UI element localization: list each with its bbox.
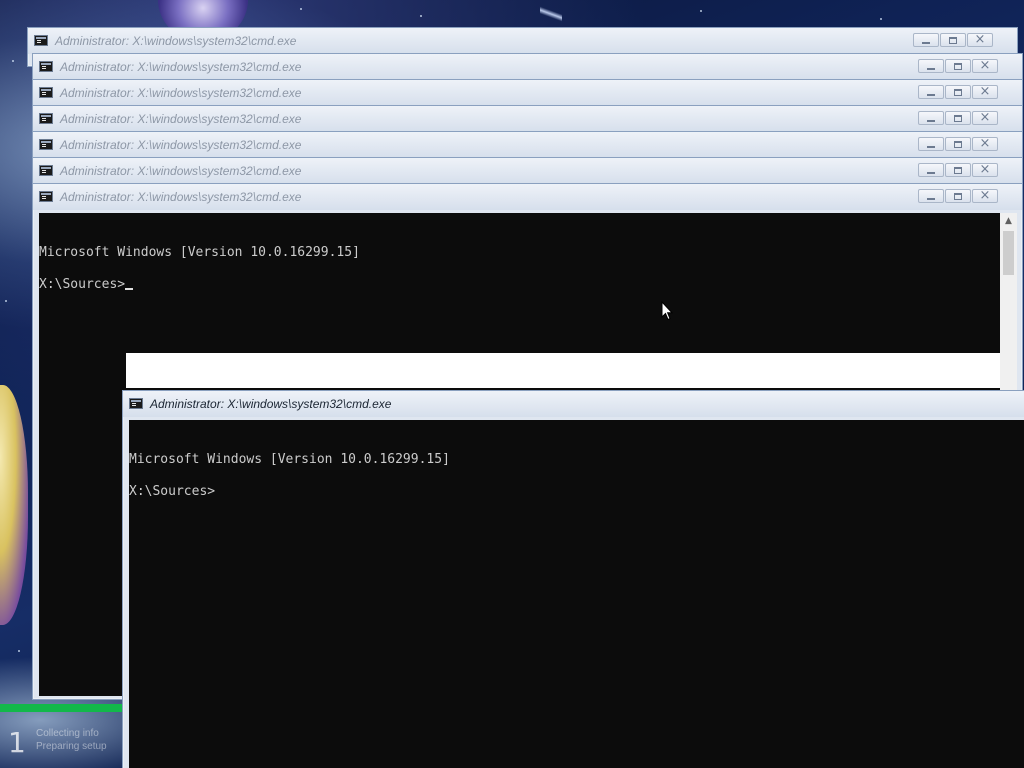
maximize-button[interactable] [945, 189, 971, 203]
close-button[interactable] [972, 85, 998, 99]
minimize-button[interactable] [913, 33, 939, 47]
console-line: Microsoft Windows [Version 10.0.16299.15… [129, 452, 450, 467]
console-prompt-line[interactable]: X:\Sources> [39, 277, 1000, 293]
mouse-pointer-icon [661, 301, 673, 321]
window-title: Administrator: X:\windows\system32\cmd.e… [150, 397, 392, 411]
maximize-button[interactable] [940, 33, 966, 47]
wallpaper-star [880, 18, 882, 20]
console-line: Microsoft Windows [Version 10.0.16299.15… [39, 245, 360, 260]
scroll-thumb[interactable] [1003, 231, 1014, 275]
setup-progress-bar [0, 704, 122, 712]
window-title: Administrator: X:\windows\system32\cmd.e… [60, 86, 302, 100]
wallpaper-star [5, 300, 7, 302]
close-button[interactable] [972, 189, 998, 203]
window-titlebar[interactable]: Administrator: X:\windows\system32\cmd.e… [33, 106, 1022, 132]
window-title: Administrator: X:\windows\system32\cmd.e… [60, 138, 302, 152]
window-titlebar[interactable]: Administrator: X:\windows\system32\cmd.e… [33, 54, 1022, 80]
wallpaper-star [700, 10, 702, 12]
cmd-icon [39, 61, 53, 72]
window-title: Administrator: X:\windows\system32\cmd.e… [60, 60, 302, 74]
cmd-icon [129, 398, 143, 409]
cmd-icon [34, 35, 48, 46]
wallpaper-star [420, 15, 422, 17]
cmd-icon [39, 113, 53, 124]
setup-step-text: Collecting info Preparing setup [36, 727, 107, 753]
console-output[interactable]: Microsoft Windows [Version 10.0.16299.15… [129, 420, 1024, 768]
setup-step-line1: Collecting info [36, 728, 99, 739]
maximize-button[interactable] [945, 137, 971, 151]
window-titlebar[interactable]: Administrator: X:\windows\system32\cmd.e… [33, 80, 1022, 106]
wallpaper-character [0, 385, 28, 625]
wallpaper-star [300, 8, 302, 10]
maximize-button[interactable] [945, 111, 971, 125]
window-titlebar[interactable]: Administrator: X:\windows\system32\cmd.e… [28, 28, 1017, 54]
minimize-button[interactable] [918, 85, 944, 99]
close-button[interactable] [967, 33, 993, 47]
close-button[interactable] [972, 163, 998, 177]
minimize-button[interactable] [918, 163, 944, 177]
window-title: Administrator: X:\windows\system32\cmd.e… [60, 112, 302, 126]
console-prompt-line[interactable]: X:\Sources> [129, 484, 1024, 500]
wallpaper-star [12, 60, 14, 62]
window-titlebar[interactable]: Administrator: X:\windows\system32\cmd.e… [123, 391, 1024, 417]
window-titlebar[interactable]: Administrator: X:\windows\system32\cmd.e… [33, 132, 1022, 158]
window-titlebar[interactable]: Administrator: X:\windows\system32\cmd.e… [33, 184, 1022, 210]
close-button[interactable] [972, 137, 998, 151]
console-prompt: X:\Sources> [129, 484, 216, 499]
maximize-button[interactable] [945, 85, 971, 99]
window-title: Administrator: X:\windows\system32\cmd.e… [60, 164, 302, 178]
cmd-window-front[interactable]: Administrator: X:\windows\system32\cmd.e… [122, 390, 1024, 768]
cmd-icon [39, 165, 53, 176]
minimize-button[interactable] [918, 59, 944, 73]
text-cursor [125, 288, 134, 290]
cmd-icon [39, 191, 53, 202]
blank-window-area [126, 353, 1000, 388]
window-titlebar[interactable]: Administrator: X:\windows\system32\cmd.e… [33, 158, 1022, 184]
console-prompt: X:\Sources> [39, 277, 126, 292]
setup-step-number: 1 [8, 726, 26, 759]
maximize-button[interactable] [945, 163, 971, 177]
desktop-wallpaper: 1 Collecting info Preparing setup Admini… [0, 0, 1024, 768]
minimize-button[interactable] [918, 189, 944, 203]
scroll-up-icon[interactable]: ▲ [1000, 213, 1017, 229]
cmd-icon [39, 87, 53, 98]
window-title: Administrator: X:\windows\system32\cmd.e… [60, 190, 302, 204]
window-title: Administrator: X:\windows\system32\cmd.e… [55, 34, 297, 48]
close-button[interactable] [972, 59, 998, 73]
minimize-button[interactable] [918, 137, 944, 151]
setup-step-line2: Preparing setup [36, 741, 107, 752]
wallpaper-star [18, 650, 20, 652]
close-button[interactable] [972, 111, 998, 125]
wallpaper-comet [540, 0, 562, 28]
maximize-button[interactable] [945, 59, 971, 73]
cmd-icon [39, 139, 53, 150]
minimize-button[interactable] [918, 111, 944, 125]
